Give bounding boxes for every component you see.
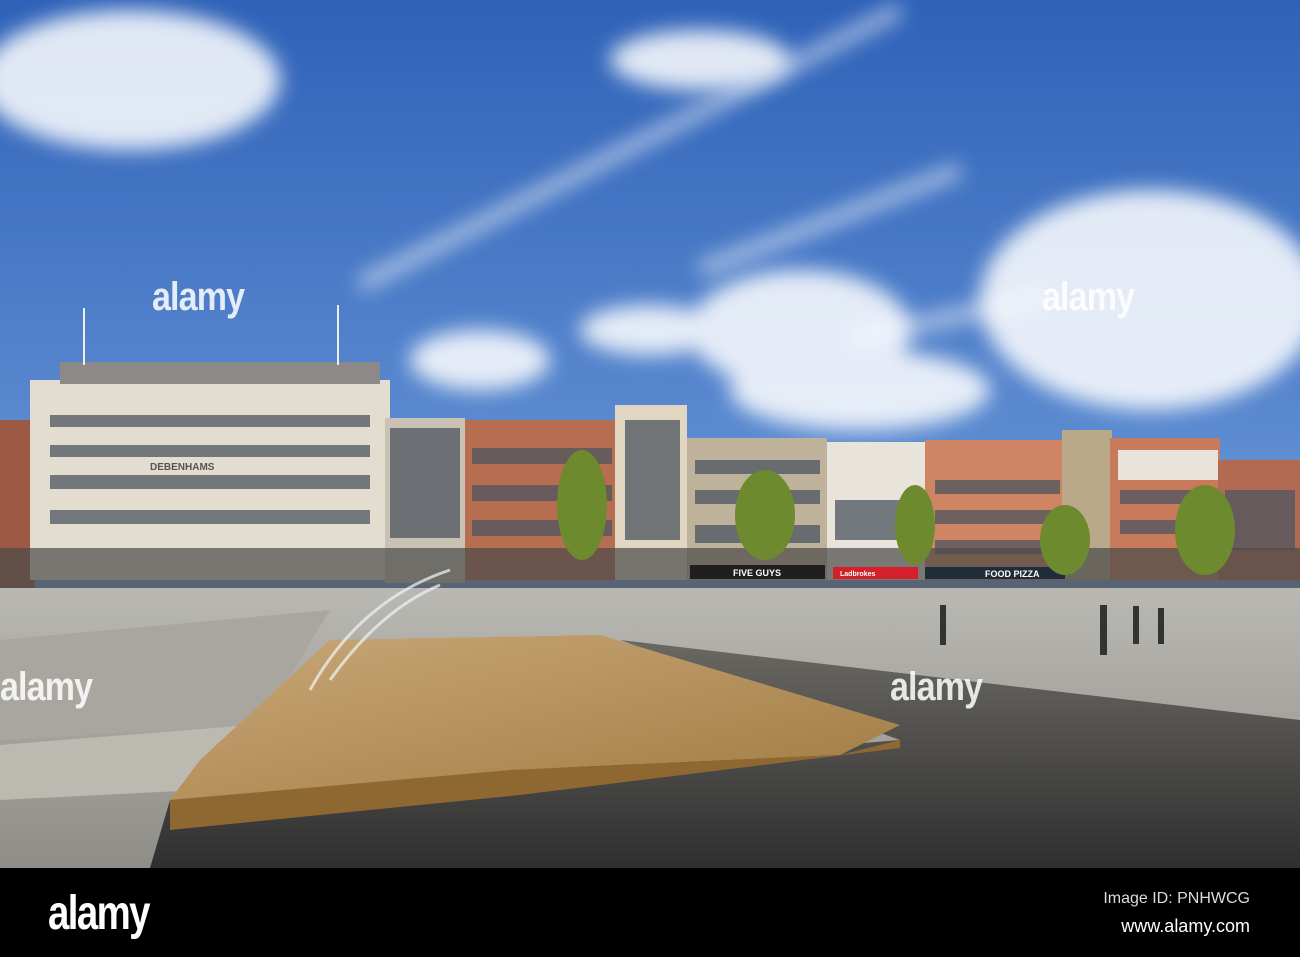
watermark: alamy	[1042, 275, 1135, 319]
watermark: alamy	[152, 275, 245, 319]
photo-scene: DEBENHAMS FIVE GUYS Ladbrokes FOOD PIZZA…	[0, 0, 1300, 957]
watermark: alamy	[0, 665, 93, 709]
shop-sign-five-guys: FIVE GUYS	[733, 568, 781, 578]
image-id: Image ID: PNHWCG	[1103, 890, 1250, 907]
shop-sign-ladbrokes: Ladbrokes	[840, 571, 876, 578]
site-url: www.alamy.com	[1121, 916, 1250, 936]
city-square-photo: DEBENHAMS FIVE GUYS Ladbrokes FOOD PIZZA	[0, 0, 1300, 868]
watermark: alamy	[890, 665, 983, 709]
footer-bar: alamy Image ID: PNHWCG www.alamy.com	[0, 868, 1300, 957]
store-sign-debenhams: DEBENHAMS	[150, 462, 215, 473]
alamy-logo: alamy	[48, 887, 150, 940]
shop-sign-pizza: FOOD PIZZA	[985, 569, 1040, 579]
